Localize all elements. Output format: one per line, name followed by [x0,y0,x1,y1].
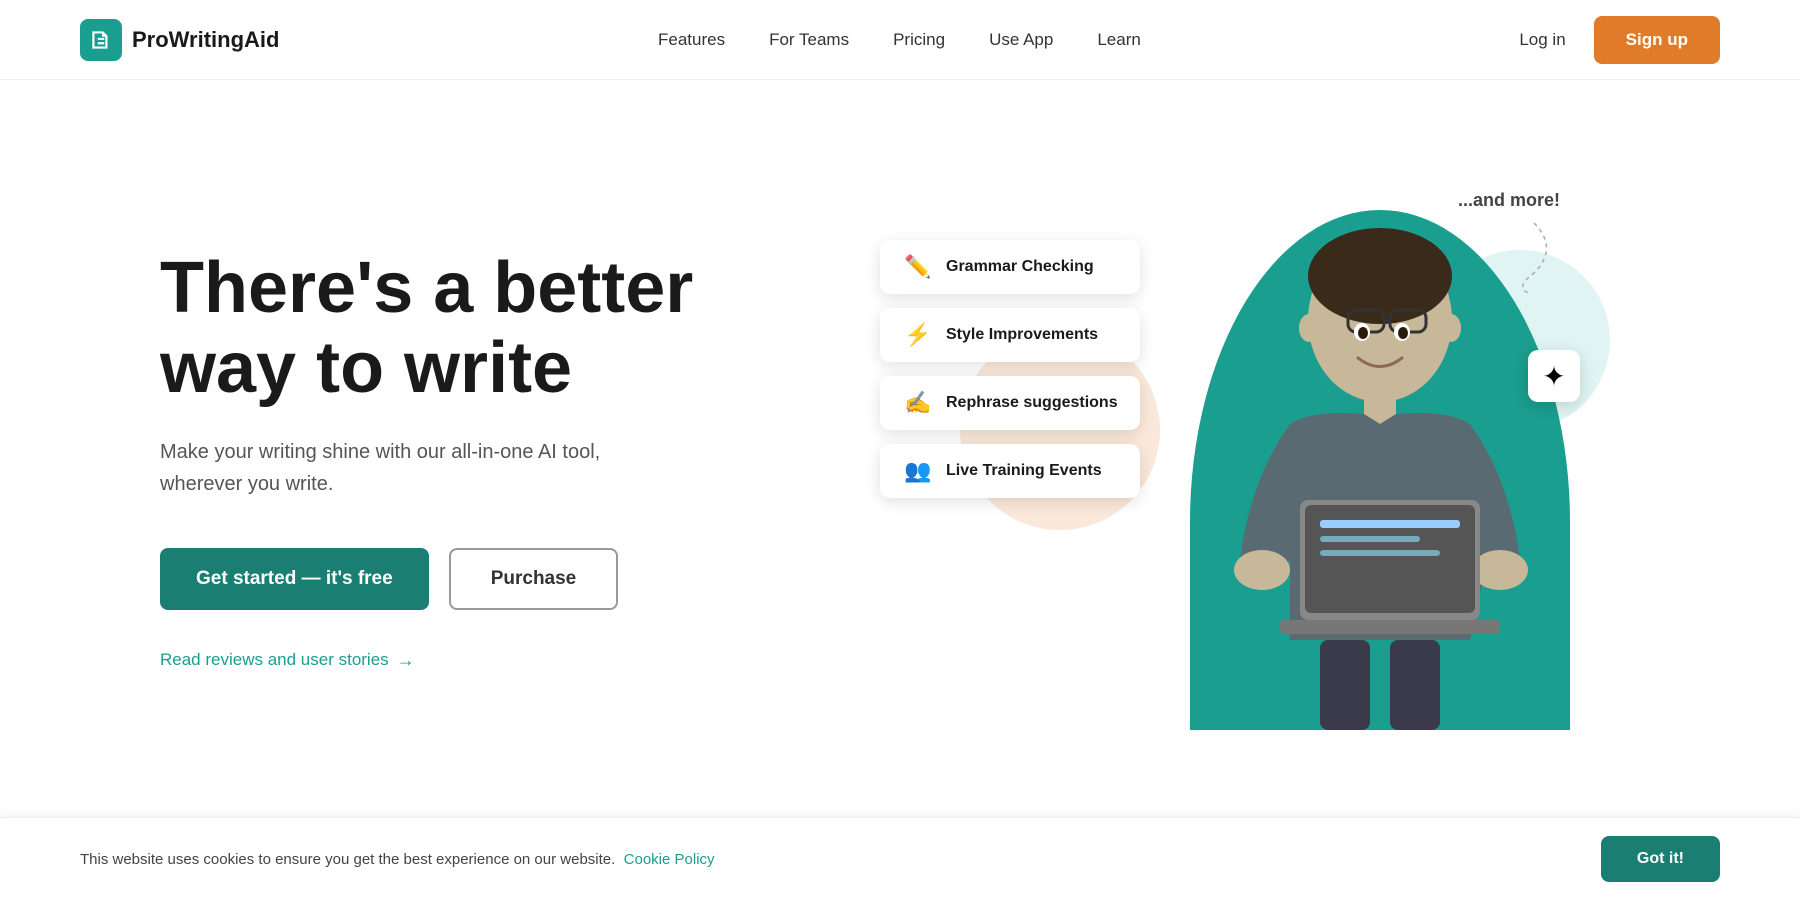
person-figure [1210,200,1550,730]
feature-card-training: 👥 Live Training Events [880,444,1140,498]
logo-svg [88,27,114,53]
arrow-icon: → [397,650,415,671]
feature-cards: ✏️ Grammar Checking ⚡ Style Improvements… [880,240,1140,498]
dotted-curve-decoration [1504,218,1564,298]
training-icon: 👥 [902,458,934,484]
logo-link[interactable]: ProWritingAid [80,19,279,61]
got-it-button[interactable]: Got it! [1601,836,1720,882]
person-svg [1210,200,1550,730]
logo-icon [80,19,122,61]
hero-title: There's a better way to write [160,249,693,407]
nav-links: Features For Teams Pricing Use App Learn [658,30,1141,50]
hero-subtitle: Make your writing shine with our all-in-… [160,436,680,500]
training-label: Live Training Events [946,462,1102,480]
hero-title-line2: way to write [160,328,572,408]
cookie-text: This website uses cookies to ensure you … [80,851,715,868]
hero-section: There's a better way to write Make your … [0,80,1800,820]
feature-card-style: ⚡ Style Improvements [880,308,1140,362]
feature-card-grammar: ✏️ Grammar Checking [880,240,1140,294]
style-icon: ⚡ [902,322,934,348]
hero-buttons: Get started — it's free Purchase [160,548,693,610]
nav-for-teams[interactable]: For Teams [769,30,849,50]
brand-name: ProWritingAid [132,27,279,53]
hero-right: ...and more! [880,170,1640,750]
sparkle-decoration: ✦ [1528,350,1580,402]
nav-learn[interactable]: Learn [1097,30,1140,50]
nav-actions: Log in Sign up [1519,16,1720,64]
feature-card-rephrase: ✍️ Rephrase suggestions [880,376,1140,430]
grammar-label: Grammar Checking [946,258,1094,276]
reviews-link[interactable]: Read reviews and user stories → [160,650,693,671]
cookie-banner: This website uses cookies to ensure you … [0,817,1800,900]
reviews-link-text: Read reviews and user stories [160,650,389,670]
hero-left: There's a better way to write Make your … [160,249,693,670]
and-more-label: ...and more! [1458,190,1560,211]
get-started-button[interactable]: Get started — it's free [160,548,429,610]
rephrase-label: Rephrase suggestions [946,394,1118,412]
grammar-icon: ✏️ [902,254,934,280]
cookie-policy-link[interactable]: Cookie Policy [624,851,715,868]
style-label: Style Improvements [946,326,1098,344]
hero-title-line1: There's a better [160,248,693,328]
nav-pricing[interactable]: Pricing [893,30,945,50]
signup-button[interactable]: Sign up [1594,16,1720,64]
nav-features[interactable]: Features [658,30,725,50]
nav-use-app[interactable]: Use App [989,30,1053,50]
navbar: ProWritingAid Features For Teams Pricing… [0,0,1800,80]
login-link[interactable]: Log in [1519,30,1565,50]
rephrase-icon: ✍️ [902,390,934,416]
purchase-button[interactable]: Purchase [449,548,619,610]
